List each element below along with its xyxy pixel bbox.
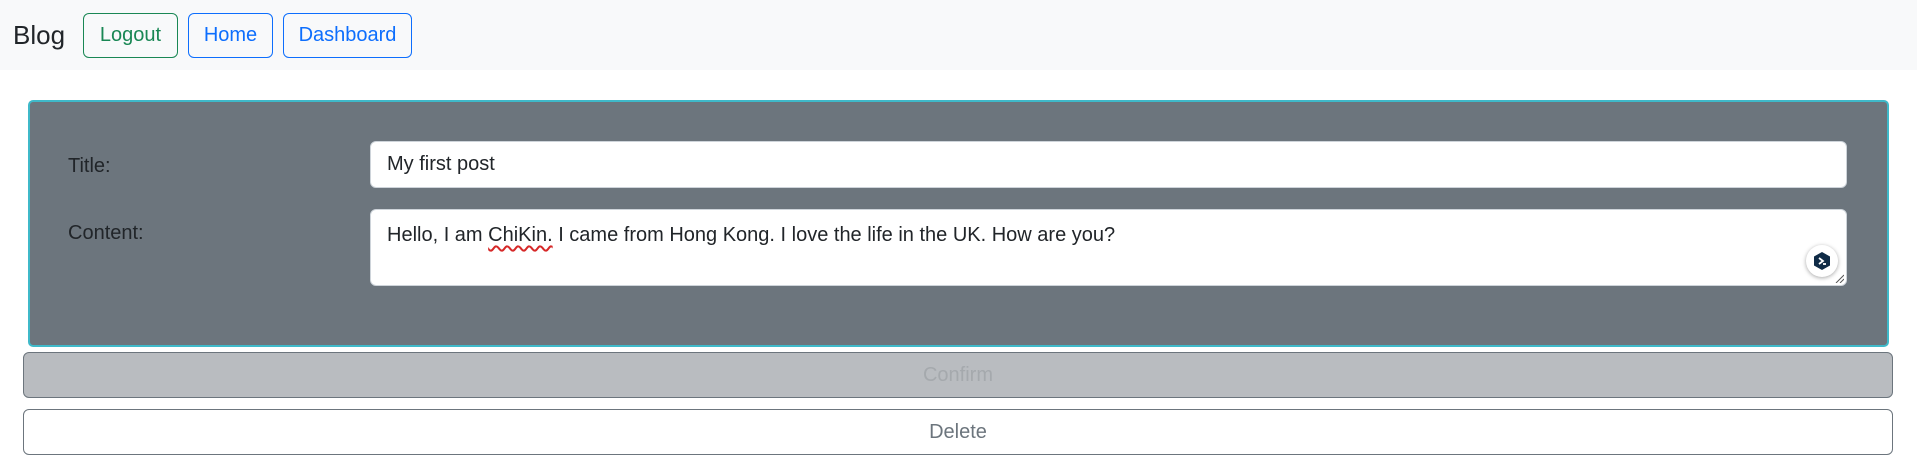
misspelled-word[interactable]: ChiKin. <box>488 224 552 246</box>
confirm-button[interactable]: Confirm <box>23 352 1893 398</box>
content-textarea[interactable]: Hello, I am ChiKin. I came from Hong Kon… <box>370 209 1847 286</box>
content-label: Content: <box>68 222 144 244</box>
extension-glyph-icon <box>1814 252 1830 270</box>
navbar: Blog Logout Home Dashboard <box>0 0 1917 70</box>
resize-handle-icon[interactable] <box>1834 273 1844 283</box>
logout-button[interactable]: Logout <box>83 13 178 58</box>
navbar-brand[interactable]: Blog <box>13 18 65 52</box>
content-text-start: Hello, I am <box>387 224 489 246</box>
translate-extension-icon[interactable] <box>1806 245 1838 277</box>
delete-button[interactable]: Delete <box>23 409 1893 455</box>
title-input[interactable] <box>370 141 1847 188</box>
title-label: Title: <box>68 155 111 177</box>
home-button[interactable]: Home <box>188 13 273 58</box>
content-text-end: I came from Hong Kong. I love the life i… <box>552 224 1116 246</box>
dashboard-button[interactable]: Dashboard <box>283 13 412 58</box>
